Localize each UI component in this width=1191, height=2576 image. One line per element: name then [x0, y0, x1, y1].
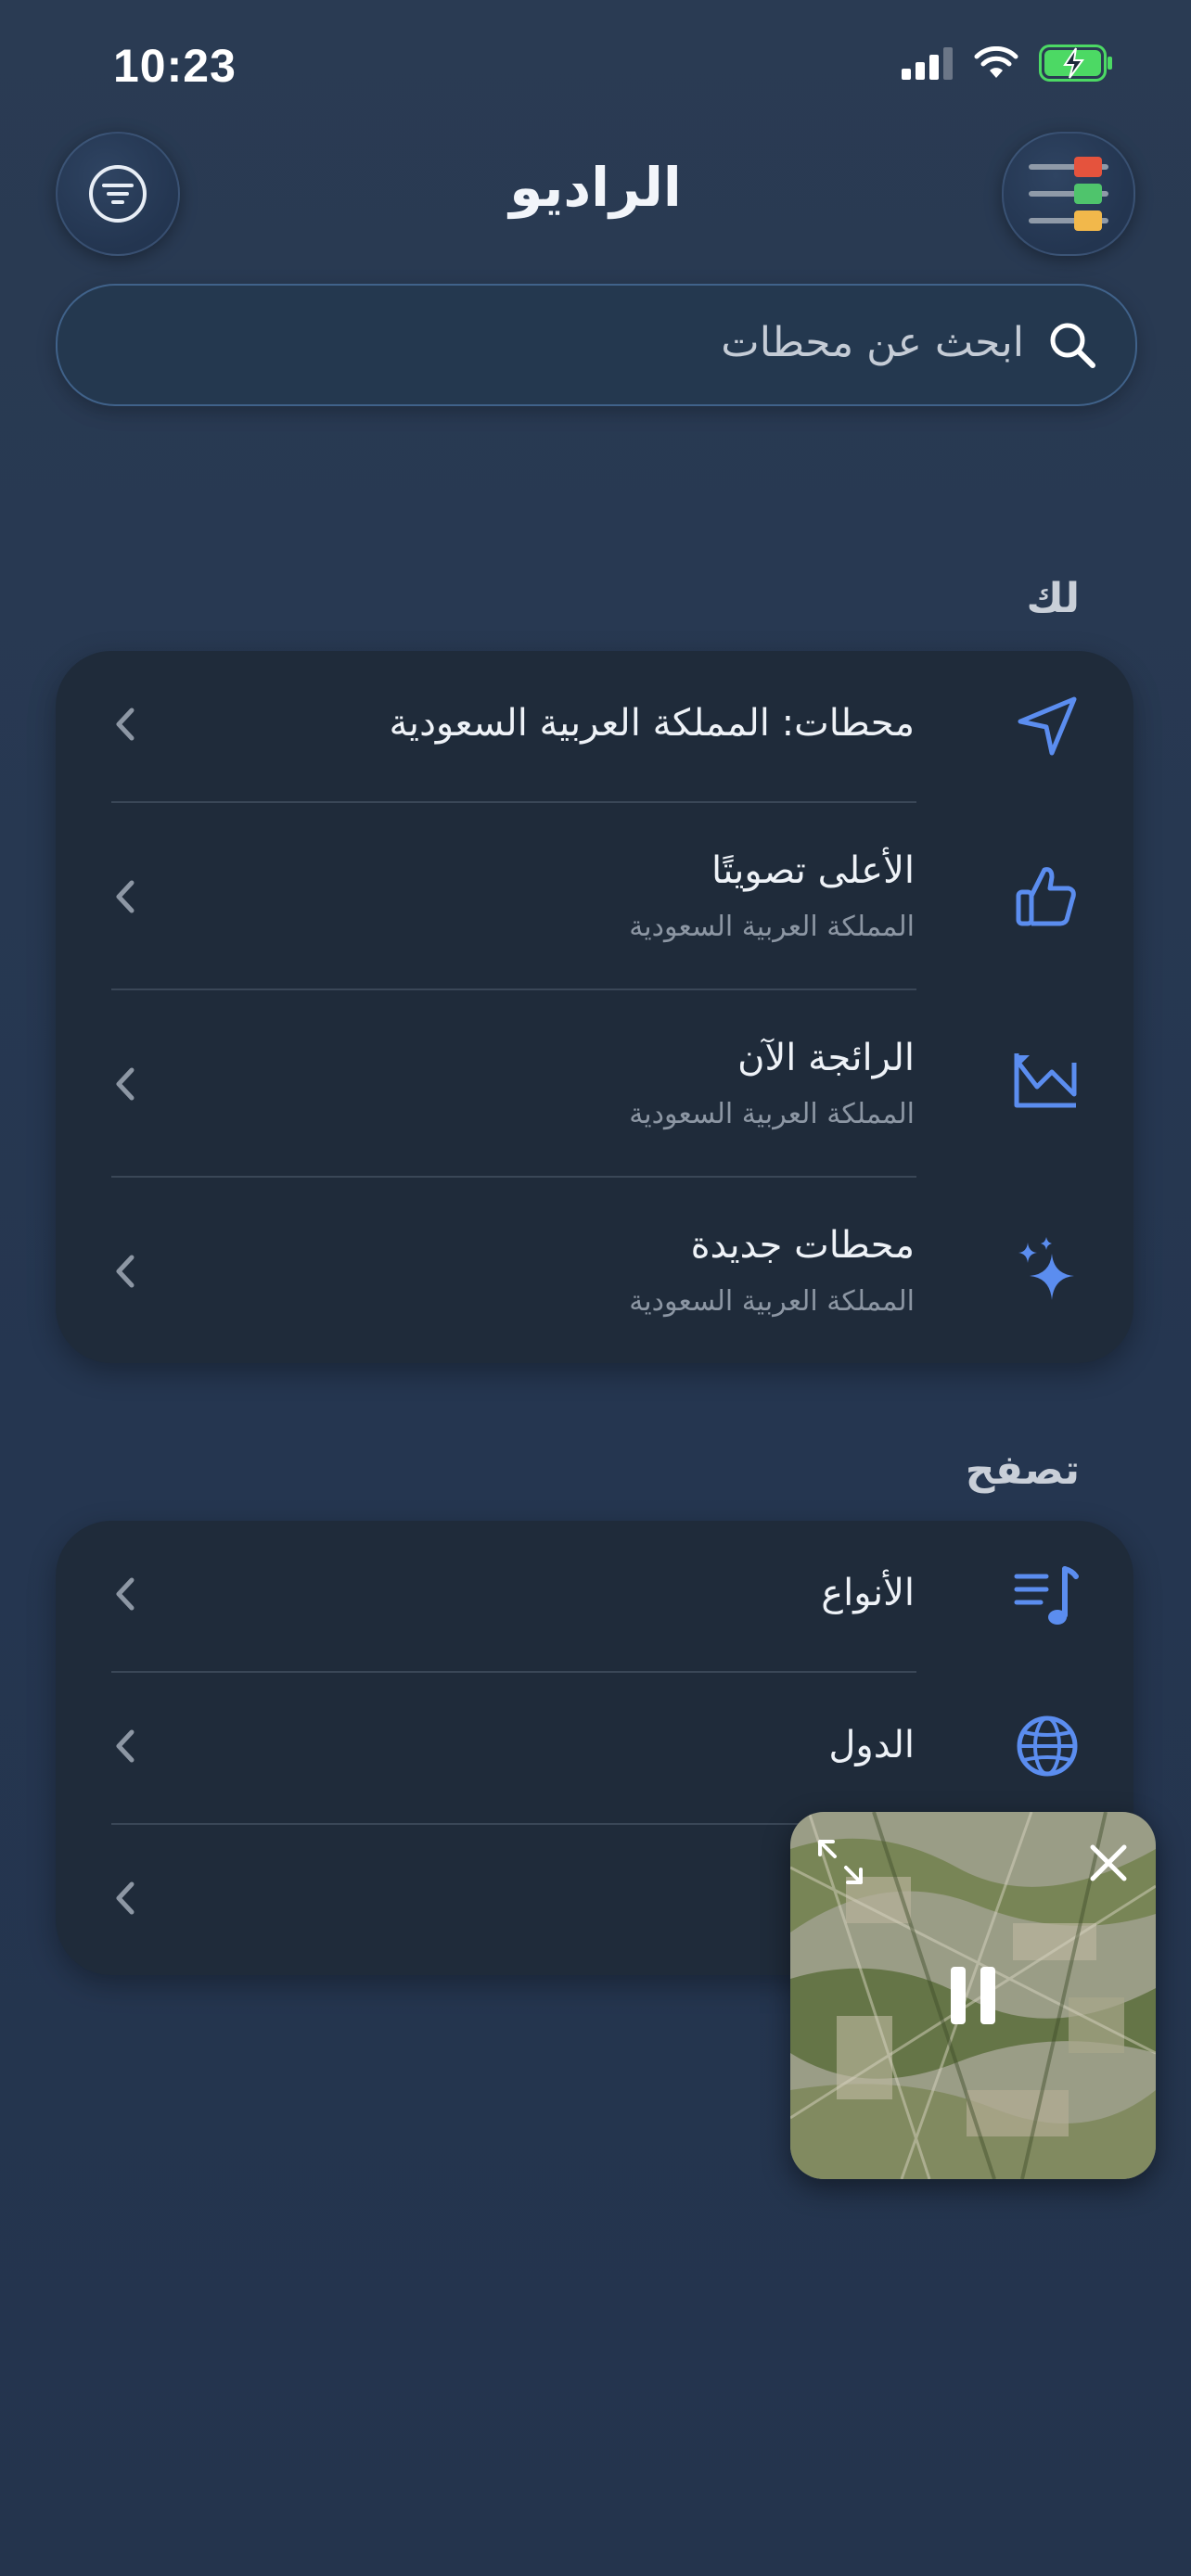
status-icons — [902, 45, 1113, 82]
chevron-left-icon — [116, 880, 134, 913]
search-placeholder: ابحث عن محطات — [721, 319, 1024, 366]
list-item-subtitle: المملكة العربية السعودية — [629, 1285, 915, 1318]
music-list-icon — [1014, 1566, 1079, 1625]
search-bar[interactable]: ابحث عن محطات — [56, 284, 1137, 406]
list-item-title: الدول — [828, 1724, 915, 1766]
globe-icon — [1017, 1715, 1078, 1777]
colored-list-menu-icon — [1029, 157, 1108, 231]
list-item-new-stations[interactable]: محطات جديدة المملكة العربية السعودية — [56, 1178, 1133, 1363]
list-item-title: الرائجة الآن — [737, 1037, 915, 1079]
chevron-left-icon — [116, 1881, 134, 1915]
chevron-left-icon — [116, 708, 134, 741]
list-item-title: محطات: المملكة العربية السعودية — [389, 702, 915, 745]
chevron-left-icon — [116, 1255, 134, 1288]
list-item-top-voted[interactable]: الأعلى تصويتًا المملكة العربية السعودية — [56, 803, 1133, 988]
chevron-left-icon — [116, 1729, 134, 1763]
list-item-title: محطات جديدة — [690, 1224, 915, 1267]
trending-chart-icon — [1014, 1053, 1077, 1108]
list-item-countries[interactable]: الدول — [56, 1673, 1133, 1823]
expand-icon[interactable] — [814, 1836, 866, 1888]
list-item-local-stations[interactable]: محطات: المملكة العربية السعودية — [56, 651, 1133, 801]
list-item-genres[interactable]: الأنواع — [56, 1521, 1133, 1671]
search-icon — [1050, 323, 1095, 368]
wifi-icon — [974, 46, 1018, 78]
section-heading-for-you: لك — [1026, 575, 1081, 622]
pause-icon[interactable] — [945, 1963, 1001, 2028]
battery-charging-icon — [1039, 45, 1112, 82]
menu-button[interactable] — [1002, 132, 1135, 256]
for-you-card: محطات: المملكة العربية السعودية الأعلى ت… — [56, 651, 1133, 1363]
list-item-subtitle: المملكة العربية السعودية — [629, 911, 915, 943]
list-item-title: الأنواع — [821, 1572, 915, 1614]
thumbs-up-icon — [1016, 867, 1076, 926]
chevron-left-icon — [116, 1577, 134, 1611]
chevron-left-icon — [116, 1067, 134, 1101]
section-heading-browse: تصفح — [965, 1447, 1080, 1494]
list-item-trending[interactable]: الرائجة الآن المملكة العربية السعودية — [56, 990, 1133, 1176]
location-arrow-icon — [1018, 696, 1077, 756]
sparkles-icon — [1018, 1237, 1074, 1300]
mini-player[interactable] — [790, 1812, 1156, 2179]
close-icon[interactable] — [1085, 1840, 1132, 1886]
cellular-signal-icon — [902, 47, 953, 80]
status-time: 10:23 — [113, 40, 237, 92]
list-item-title: الأعلى تصويتًا — [711, 849, 915, 892]
list-item-subtitle: المملكة العربية السعودية — [629, 1098, 915, 1130]
